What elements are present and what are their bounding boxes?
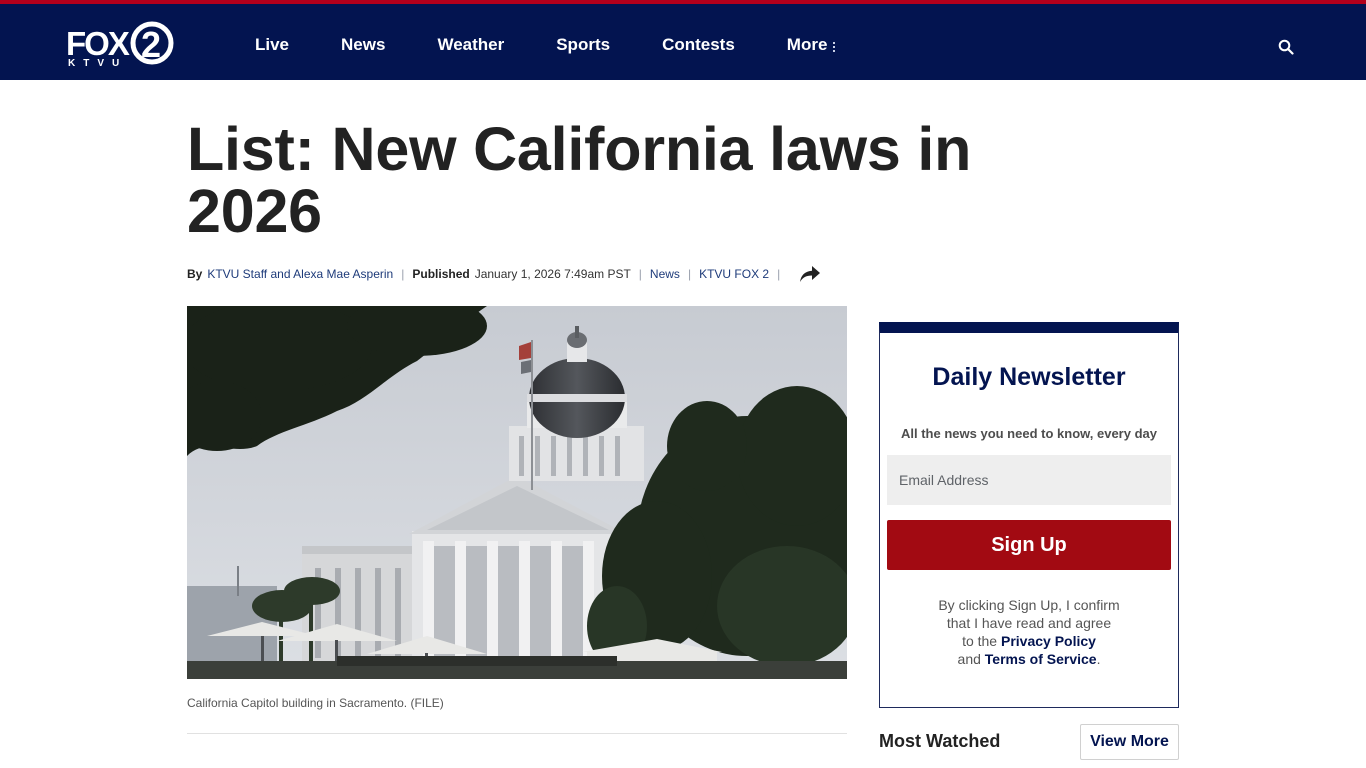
byline-separator: | [401, 267, 405, 281]
most-watched-title: Most Watched [879, 731, 1001, 751]
hero-image [187, 306, 847, 679]
nav-item-weather[interactable]: Weather [437, 35, 504, 55]
byline-category-link[interactable]: News [650, 267, 680, 281]
legal-prefix: and [957, 651, 981, 667]
byline-separator: | [638, 267, 642, 281]
newsletter-widget: Daily Newsletter All the news you need t… [879, 322, 1179, 708]
image-caption: California Capitol building in Sacrament… [187, 696, 444, 710]
byline-separator: | [777, 267, 781, 281]
legal-line: that I have read and agree [946, 615, 1112, 631]
nav-item-live[interactable]: Live [255, 35, 289, 55]
nav-item-more[interactable]: More [787, 35, 837, 55]
sign-up-button[interactable]: Sign Up [887, 520, 1171, 570]
terms-of-service-link[interactable]: Terms of Service [985, 651, 1097, 667]
byline-station-link[interactable]: KTVU FOX 2 [699, 267, 769, 281]
legal-line: to the Privacy Policy [880, 632, 1178, 650]
legal-prefix: to the [962, 633, 998, 649]
nav-item-more-label: More [786, 35, 828, 54]
article-headline: List: New California laws in 2026 [187, 115, 972, 245]
article-byline: By KTVU Staff and Alexa Mae Asperin | Pu… [187, 265, 821, 283]
newsletter-subtitle: All the news you need to know, every day [901, 426, 1157, 441]
share-arrow-icon[interactable] [799, 265, 821, 283]
byline-published-date: January 1, 2026 7:49am PST [474, 267, 631, 281]
view-more-button[interactable]: View More [1080, 724, 1179, 760]
email-field[interactable] [887, 455, 1171, 505]
search-icon[interactable] [1278, 39, 1294, 55]
content-divider [187, 733, 847, 734]
vertical-dots-icon [833, 41, 836, 53]
fox2-ktvu-logo[interactable]: FOX 2 KTVU [66, 21, 176, 67]
byline-authors[interactable]: KTVU Staff and Alexa Mae Asperin [207, 267, 393, 281]
byline-separator: | [687, 267, 692, 281]
legal-line: and Terms of Service. [880, 650, 1178, 668]
nav-item-sports[interactable]: Sports [556, 35, 610, 55]
legal-suffix: . [1096, 651, 1101, 667]
newsletter-title: Daily Newsletter [932, 363, 1126, 391]
logo-main-text: FOX [66, 25, 130, 62]
privacy-policy-link[interactable]: Privacy Policy [1001, 633, 1096, 649]
logo-numeral-text: 2 [141, 24, 161, 65]
legal-line: By clicking Sign Up, I confirm [938, 597, 1120, 613]
byline-published-label: Published [412, 267, 470, 281]
nav-item-contests[interactable]: Contests [662, 35, 735, 55]
site-header: FOX 2 KTVU Live News Weather Sports Cont… [0, 4, 1366, 80]
nav-item-news[interactable]: News [341, 35, 385, 55]
byline-by-label: By [187, 267, 203, 281]
newsletter-legal-text: By clicking Sign Up, I confirm that I ha… [880, 596, 1178, 668]
logo-sub-text: KTVU [68, 58, 127, 67]
main-nav: Live News Weather Sports Contests More [255, 35, 836, 55]
